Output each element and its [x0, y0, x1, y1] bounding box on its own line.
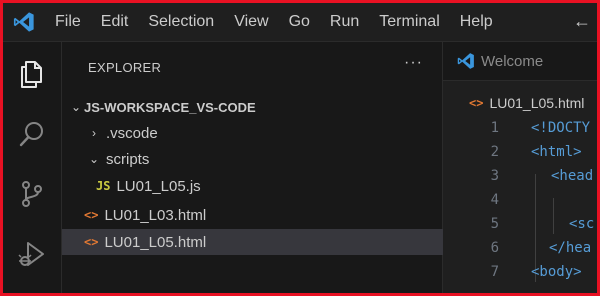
- chevron-down-icon: ⌄: [88, 152, 100, 166]
- line-number: 2: [490, 144, 499, 160]
- explorer-files-icon[interactable]: [16, 58, 48, 90]
- tree-item-label: LU01_L03.html: [104, 206, 207, 224]
- code-text: <!DOCTY: [531, 120, 591, 136]
- line-number: 7: [490, 264, 499, 280]
- breadcrumb[interactable]: <> LU01_L05.html: [469, 95, 584, 111]
- html-file-icon: <>: [84, 235, 99, 249]
- chevron-right-icon: ›: [92, 126, 96, 140]
- workspace-root-label: JS-WORKSPACE_VS-CODE: [84, 99, 256, 115]
- tree-item-label: LU01_L05.html: [104, 233, 207, 251]
- code-text: <head: [551, 168, 594, 184]
- run-debug-icon[interactable]: [16, 238, 48, 270]
- menu-run[interactable]: Run: [320, 3, 369, 41]
- line-number: 1: [490, 120, 499, 136]
- tree-item-label: LU01_L05.js: [116, 177, 201, 195]
- code-text: <sc: [569, 216, 595, 232]
- tree-item-html-file-selected[interactable]: <> LU01_L05.html: [62, 229, 464, 255]
- editor-tab-bar: Welcome: [443, 42, 597, 81]
- menu-bar: File Edit Selection View Go Run Terminal…: [45, 3, 503, 41]
- vscode-window: File Edit Selection View Go Run Terminal…: [3, 3, 597, 293]
- code-line[interactable]: 1 <!DOCTY: [443, 120, 597, 144]
- activity-bar: [3, 42, 62, 293]
- html-file-icon: <>: [469, 96, 484, 110]
- menu-go[interactable]: Go: [279, 3, 320, 41]
- tree-item-label: scripts: [106, 150, 150, 168]
- chevron-down-icon: ⌄: [70, 100, 82, 114]
- line-number: 3: [490, 168, 499, 184]
- search-icon[interactable]: [16, 118, 48, 150]
- tree-item-vscode-folder[interactable]: › .vscode: [62, 120, 466, 146]
- tree-item-label: .vscode: [106, 124, 158, 142]
- more-actions-icon[interactable]: ···: [404, 54, 423, 72]
- code-text: <html>: [531, 144, 582, 160]
- code-line[interactable]: 7 <body>: [443, 264, 597, 288]
- line-number: 4: [490, 192, 499, 208]
- code-line[interactable]: 3 <head: [443, 168, 597, 192]
- html-file-icon: <>: [84, 208, 99, 222]
- line-number: 5: [490, 216, 499, 232]
- source-control-icon[interactable]: [16, 178, 48, 210]
- code-text: </hea: [549, 240, 592, 256]
- js-file-icon: JS: [96, 179, 111, 193]
- title-bar: File Edit Selection View Go Run Terminal…: [3, 3, 597, 42]
- code-line[interactable]: 5 <sc: [443, 216, 597, 240]
- vscode-logo-icon: [457, 52, 475, 70]
- editor-area: Welcome <> LU01_L05.html 1 <!DOCTY 2 <ht…: [443, 42, 597, 293]
- workspace-root[interactable]: ⌄ JS-WORKSPACE_VS-CODE: [62, 94, 448, 120]
- menu-help[interactable]: Help: [450, 3, 503, 41]
- menu-view[interactable]: View: [224, 3, 278, 41]
- back-arrow-icon[interactable]: ←: [573, 11, 591, 32]
- vscode-logo-icon: [3, 3, 45, 41]
- menu-terminal[interactable]: Terminal: [369, 3, 449, 41]
- code-line[interactable]: 4: [443, 192, 597, 216]
- code-text: <body>: [531, 264, 582, 280]
- explorer-sidebar: EXPLORER ··· ⌄ JS-WORKSPACE_VS-CODE › .v…: [62, 42, 464, 293]
- menu-selection[interactable]: Selection: [138, 3, 224, 41]
- tree-item-scripts-folder[interactable]: ⌄ scripts: [62, 146, 466, 172]
- code-line[interactable]: 2 <html>: [443, 144, 597, 168]
- explorer-title: EXPLORER: [88, 60, 162, 75]
- menu-file[interactable]: File: [45, 3, 91, 41]
- breadcrumb-file: LU01_L05.html: [489, 95, 585, 111]
- tree-item-html-file[interactable]: <> LU01_L03.html: [62, 202, 464, 228]
- line-number: 6: [490, 240, 499, 256]
- tab-welcome[interactable]: Welcome: [481, 53, 543, 70]
- menu-edit[interactable]: Edit: [91, 3, 139, 41]
- code-line[interactable]: 6 </hea: [443, 240, 597, 264]
- tree-item-js-file[interactable]: JS LU01_L05.js: [62, 173, 476, 199]
